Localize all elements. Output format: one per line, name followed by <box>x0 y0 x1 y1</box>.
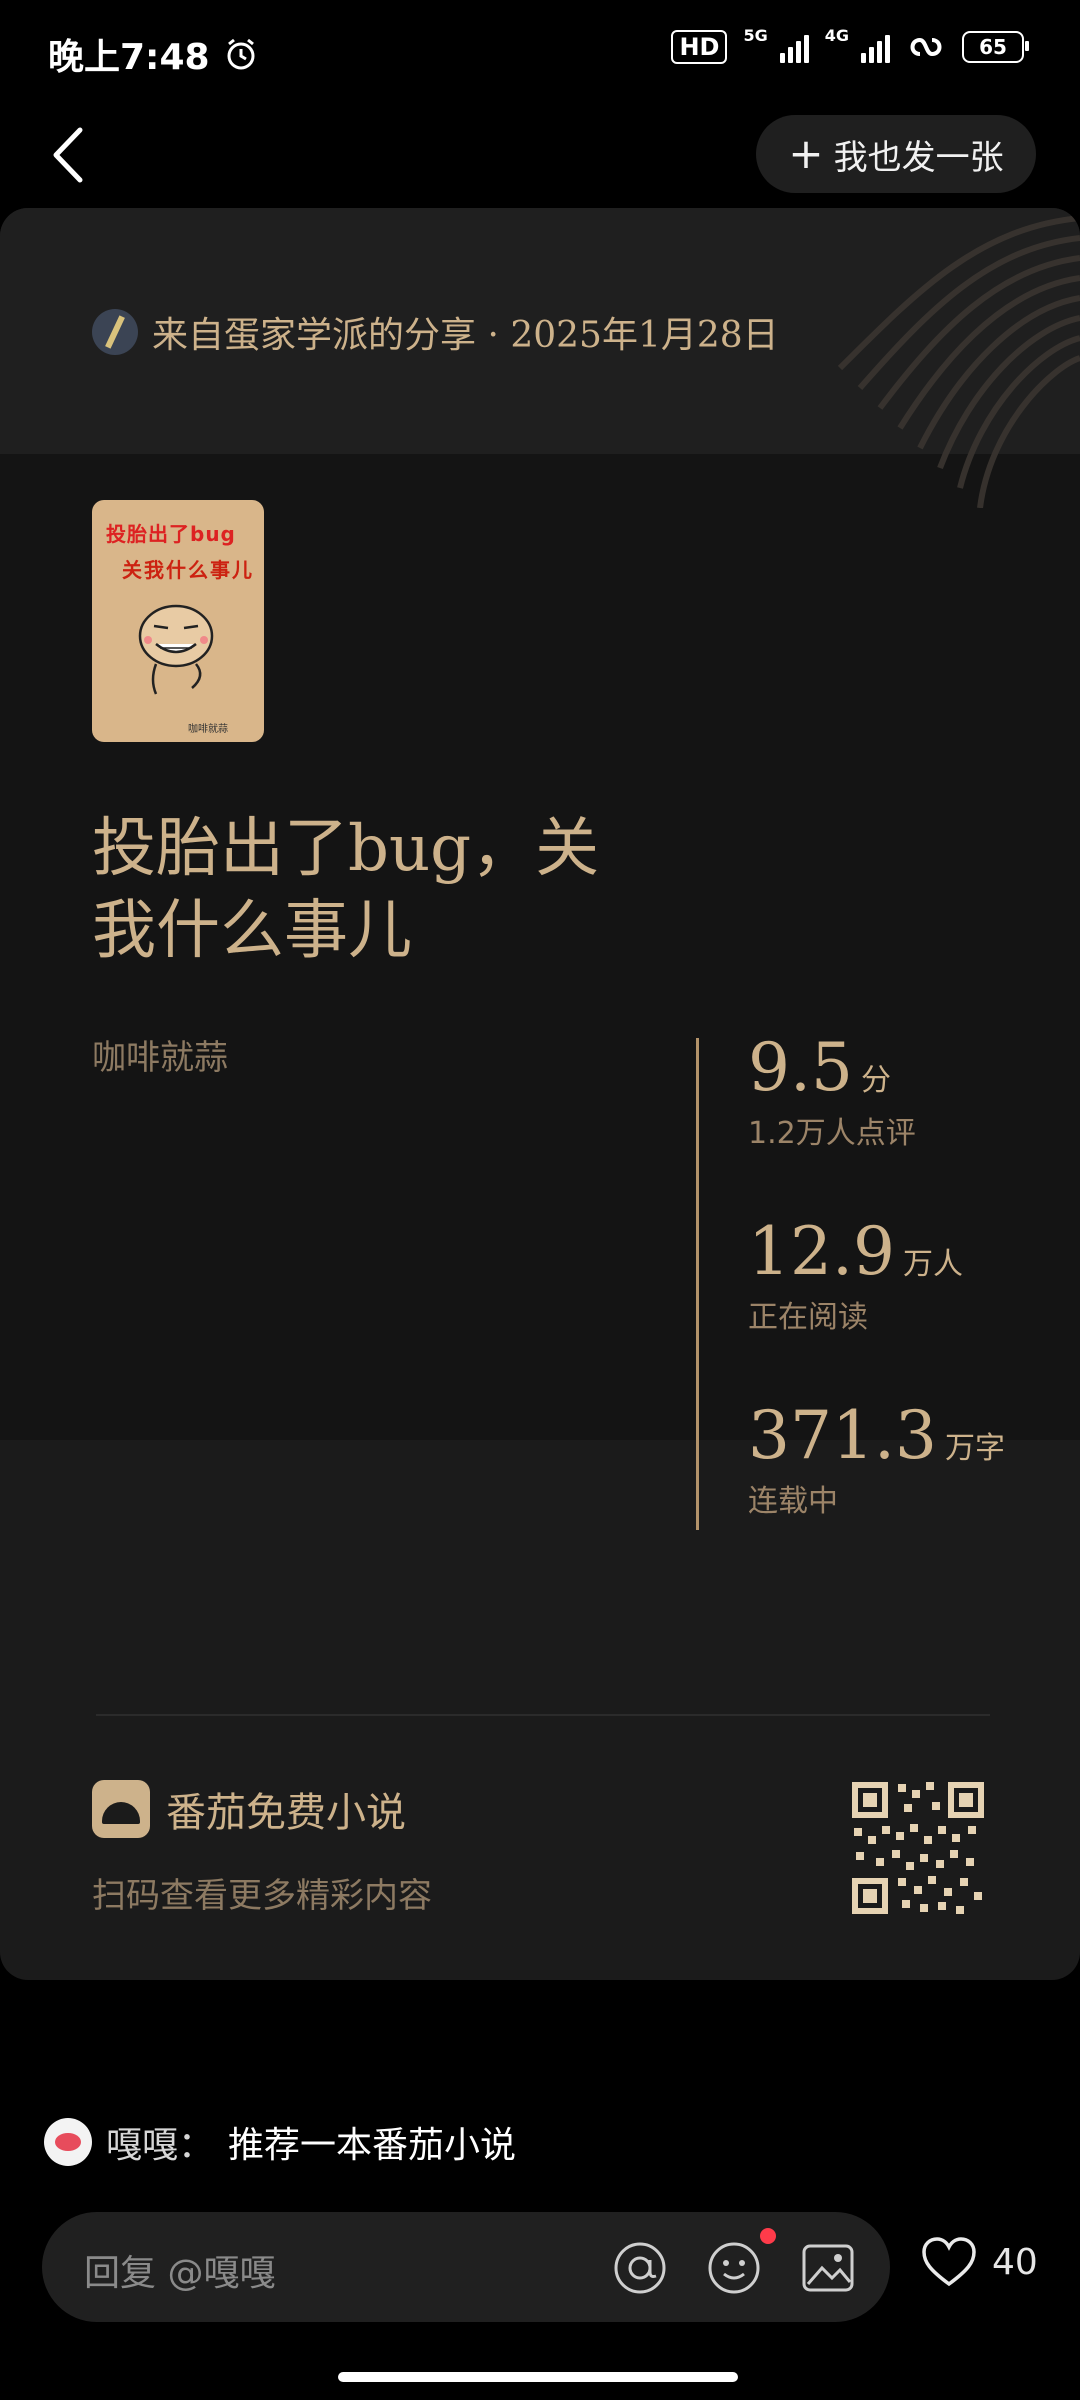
reply-input[interactable]: 回复 @嘎嘎 <box>42 2212 890 2322</box>
stat-readers-unit: 万人 <box>902 1247 963 1282</box>
app-subtitle: 扫码查看更多精彩内容 <box>92 1876 432 1916</box>
stat-readers: 12.9 万人 正在阅读 <box>748 1214 963 1336</box>
emoji-notification-dot <box>760 2228 776 2244</box>
reply-placeholder: 回复 @嘎嘎 <box>84 2253 276 2294</box>
book-title-line1: 投胎出了bug，关 <box>92 812 600 886</box>
app-name: 番茄免费小说 <box>166 1790 406 1836</box>
like-button[interactable]: 40 <box>920 2236 1038 2288</box>
link-icon <box>910 37 942 57</box>
emoji-icon[interactable] <box>706 2240 762 2296</box>
hd-badge: HD <box>671 30 728 64</box>
net-4g-label: 4G <box>824 25 849 45</box>
signal-4g-icon <box>861 31 890 63</box>
app-branding: 番茄免费小说 <box>92 1780 406 1838</box>
status-bar: 晚上7:48 HD 5G 4G 65 <box>0 0 1080 110</box>
cover-face-illustration <box>138 604 214 695</box>
card-separator <box>96 1714 990 1716</box>
plus-icon: + <box>788 129 824 178</box>
status-right: HD 5G 4G 65 <box>671 26 1029 64</box>
tomato-app-icon <box>92 1780 150 1838</box>
cover-author: 咖啡就蒜 <box>188 724 228 735</box>
status-left: 晚上7:48 <box>48 28 258 80</box>
stat-rating-value: 9.5 <box>748 1029 853 1106</box>
share-text: 来自蛋家学派的分享 · 2025年1月28日 <box>152 315 779 356</box>
book-title-line2: 我什么事儿 <box>92 894 412 968</box>
book-cover[interactable]: 投胎出了bug 关我什么事儿 咖啡就蒜 <box>92 500 264 742</box>
share-card: 来自蛋家学派的分享 · 2025年1月28日 投胎出了bug 关我什么事儿 咖啡… <box>0 208 1080 1980</box>
stat-rating: 9.5 分 1.2万人点评 <box>748 1030 916 1152</box>
commenter-name[interactable]: 嘎嘎： <box>106 2116 214 2168</box>
signal-5g-icon <box>779 31 809 63</box>
mention-icon[interactable] <box>612 2240 668 2296</box>
book-title: 投胎出了bug，关 我什么事儿 <box>92 808 692 972</box>
heart-icon <box>922 2237 976 2287</box>
alarm-icon <box>227 38 255 70</box>
stat-readers-value: 12.9 <box>748 1213 895 1290</box>
cover-title-line1: 投胎出了bug <box>106 522 236 546</box>
stat-rating-label: 1.2万人点评 <box>748 1116 916 1151</box>
stat-words-value: 371.3 <box>748 1397 937 1474</box>
stat-readers-label: 正在阅读 <box>748 1300 868 1335</box>
stats-divider <box>696 1038 699 1530</box>
share-source: 来自蛋家学派的分享 · 2025年1月28日 <box>92 306 779 358</box>
comment-item: 嘎嘎： 推荐一本番茄小说 <box>44 2116 516 2168</box>
stat-rating-unit: 分 <box>860 1063 891 1098</box>
net-5g-label: 5G <box>743 25 768 45</box>
book-author: 咖啡就蒜 <box>92 1038 228 1078</box>
qr-code-icon <box>848 1778 988 1918</box>
sharer-avatar <box>92 309 138 355</box>
commenter-avatar[interactable] <box>44 2118 92 2166</box>
home-indicator[interactable] <box>338 2372 738 2382</box>
battery-level: 65 <box>979 35 1007 59</box>
publish-label: 我也发一张 <box>833 137 1004 178</box>
battery-icon: 65 <box>962 31 1029 63</box>
back-arrow-icon[interactable] <box>40 120 100 190</box>
comment-text: 推荐一本番茄小说 <box>228 2125 517 2166</box>
image-icon[interactable] <box>800 2240 856 2296</box>
wave-decoration <box>837 215 1080 508</box>
stat-words-label: 连载中 <box>748 1484 838 1519</box>
status-time: 晚上7:48 <box>48 37 210 78</box>
stat-words: 371.3 万字 连载中 <box>748 1398 1005 1520</box>
cover-title-line2: 关我什么事儿 <box>122 558 254 582</box>
like-count: 40 <box>992 2241 1038 2283</box>
publish-button[interactable]: + 我也发一张 <box>756 115 1036 193</box>
stat-words-unit: 万字 <box>944 1431 1005 1466</box>
